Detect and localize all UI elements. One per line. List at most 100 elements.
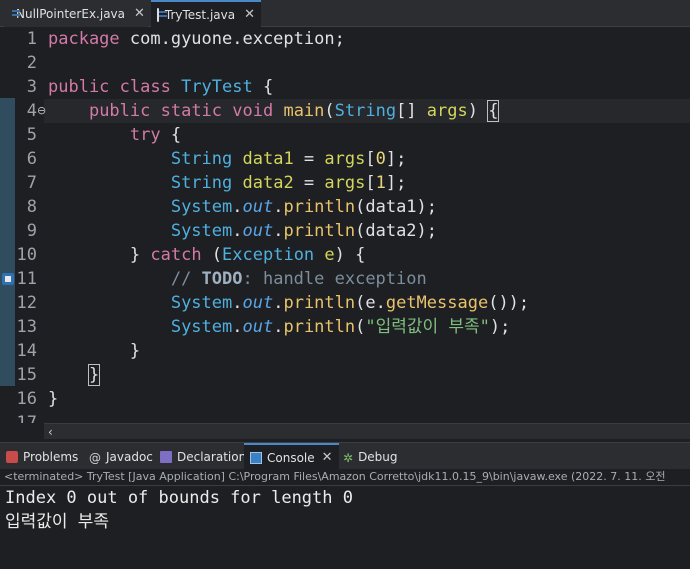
type-name: Exception (222, 245, 315, 265)
keyword: void (222, 101, 274, 121)
keyword: public (48, 77, 110, 97)
console-line: Index 0 out of bounds for length 0 (5, 488, 353, 508)
line-number: 8 (26, 197, 37, 217)
line-number: 13 (16, 317, 37, 337)
var-name: args (324, 173, 366, 193)
javadoc-icon: @ (89, 450, 101, 465)
line-number: 16 (16, 389, 37, 409)
tab-label: Declaration (177, 449, 247, 464)
comment: // (170, 269, 202, 289)
editor-tab-bar: NullPointerEx.java ✕ TryTest.java ✕ (0, 0, 690, 27)
method-name: println (283, 317, 356, 337)
line-number: 9 (26, 221, 37, 241)
tab-label: NullPointerEx.java (16, 6, 126, 21)
console-output[interactable]: Index 0 out of bounds for length 0 입력값이 … (0, 486, 690, 569)
java-file-icon (157, 7, 167, 22)
keyword: public (88, 101, 151, 121)
tab-label: Javadoc (106, 449, 153, 464)
punct: { (160, 125, 182, 145)
class-name: System (170, 197, 233, 217)
keyword: static (150, 101, 223, 121)
punct: } (48, 389, 59, 409)
type-name: String (334, 101, 397, 121)
code-line-7: String data2 = args[1]; (48, 171, 407, 195)
punct: ( (201, 245, 223, 265)
console-line: 입력값이 부족 (5, 512, 110, 532)
punct: ( (355, 317, 366, 337)
punct: . (232, 221, 243, 241)
line-number: 3 (26, 77, 37, 97)
close-icon[interactable]: ✕ (244, 7, 255, 22)
scroll-left-icon[interactable]: ‹ (48, 424, 53, 440)
class-name: System (170, 221, 233, 241)
declaration-icon (160, 450, 172, 463)
code-line-6: String data1 = args[0]; (48, 147, 407, 171)
code-line-12: System.out.println(e.getMessage()); (48, 291, 529, 315)
punct: ) { (334, 245, 366, 265)
code-editor[interactable]: 1 2 3 4 5 6 7 8 9 10 11 12 13 14 15 16 1… (0, 27, 690, 423)
close-icon[interactable]: ✕ (322, 450, 333, 465)
tab-declaration[interactable]: Declaration (160, 443, 246, 470)
code-line-9: System.out.println(data2); (48, 219, 437, 243)
matching-bracket: { (487, 100, 500, 122)
static-field: out (242, 221, 274, 241)
matching-bracket: } (87, 364, 101, 386)
code-line-16: } (48, 387, 58, 411)
line-number: 12 (16, 293, 37, 313)
tab-console[interactable]: Console ✕ (244, 443, 339, 470)
punct: ()); (488, 293, 530, 313)
views-tab-bar: Problems @ Javadoc Declaration Console ✕… (0, 442, 690, 470)
var-name: data2 (242, 173, 294, 193)
comment: : handle exception (242, 269, 427, 289)
type-name: String (170, 173, 233, 193)
tab-nullpointerex-java[interactable]: NullPointerEx.java ✕ (4, 0, 148, 27)
code-line-15: } (48, 363, 101, 387)
class-name: TryTest (170, 77, 253, 97)
line-number: 7 (26, 173, 37, 193)
punct: { (252, 77, 274, 97)
punct: . (232, 197, 243, 217)
line-number-gutter[interactable]: 1 2 3 4 5 6 7 8 9 10 11 12 13 14 15 16 1… (0, 27, 46, 423)
line-number: 14 (16, 341, 37, 361)
punct: = (293, 173, 325, 193)
number: 1 (375, 173, 386, 193)
code-line-13: System.out.println("입력값이 부족"); (48, 315, 511, 339)
tab-label: TryTest.java (164, 7, 236, 22)
punct: . (273, 317, 284, 337)
tab-label: Debug (358, 449, 398, 464)
code-line-4: public static void main(String[] args) { (48, 99, 500, 123)
tab-problems[interactable]: Problems (6, 443, 78, 470)
method-name: println (283, 197, 356, 217)
tab-javadoc[interactable]: @ Javadoc (89, 443, 153, 470)
debug-icon: ✲ (343, 450, 354, 465)
keyword: package (48, 29, 120, 49)
console-process-label: <terminated> TryTest [Java Application] … (0, 469, 690, 485)
static-field: out (242, 197, 274, 217)
keyword: class (109, 77, 171, 97)
collapse-icon[interactable]: ⊖ (37, 104, 46, 117)
punct: (data2); (355, 221, 438, 241)
punct: [ (365, 173, 376, 193)
punct: . (273, 197, 284, 217)
punct: . (232, 317, 243, 337)
punct: ); (489, 317, 511, 337)
tab-debug[interactable]: ✲ Debug (343, 443, 398, 470)
horizontal-scrollbar[interactable]: ‹ (44, 423, 690, 439)
code-line-14: } (48, 339, 140, 363)
close-icon[interactable]: ✕ (134, 6, 145, 21)
class-name: System (170, 317, 233, 337)
method-name: println (283, 293, 356, 313)
keyword: catch (150, 245, 202, 265)
todo-marker-icon[interactable] (2, 273, 14, 285)
tab-trytest-java[interactable]: TryTest.java ✕ (151, 0, 261, 27)
